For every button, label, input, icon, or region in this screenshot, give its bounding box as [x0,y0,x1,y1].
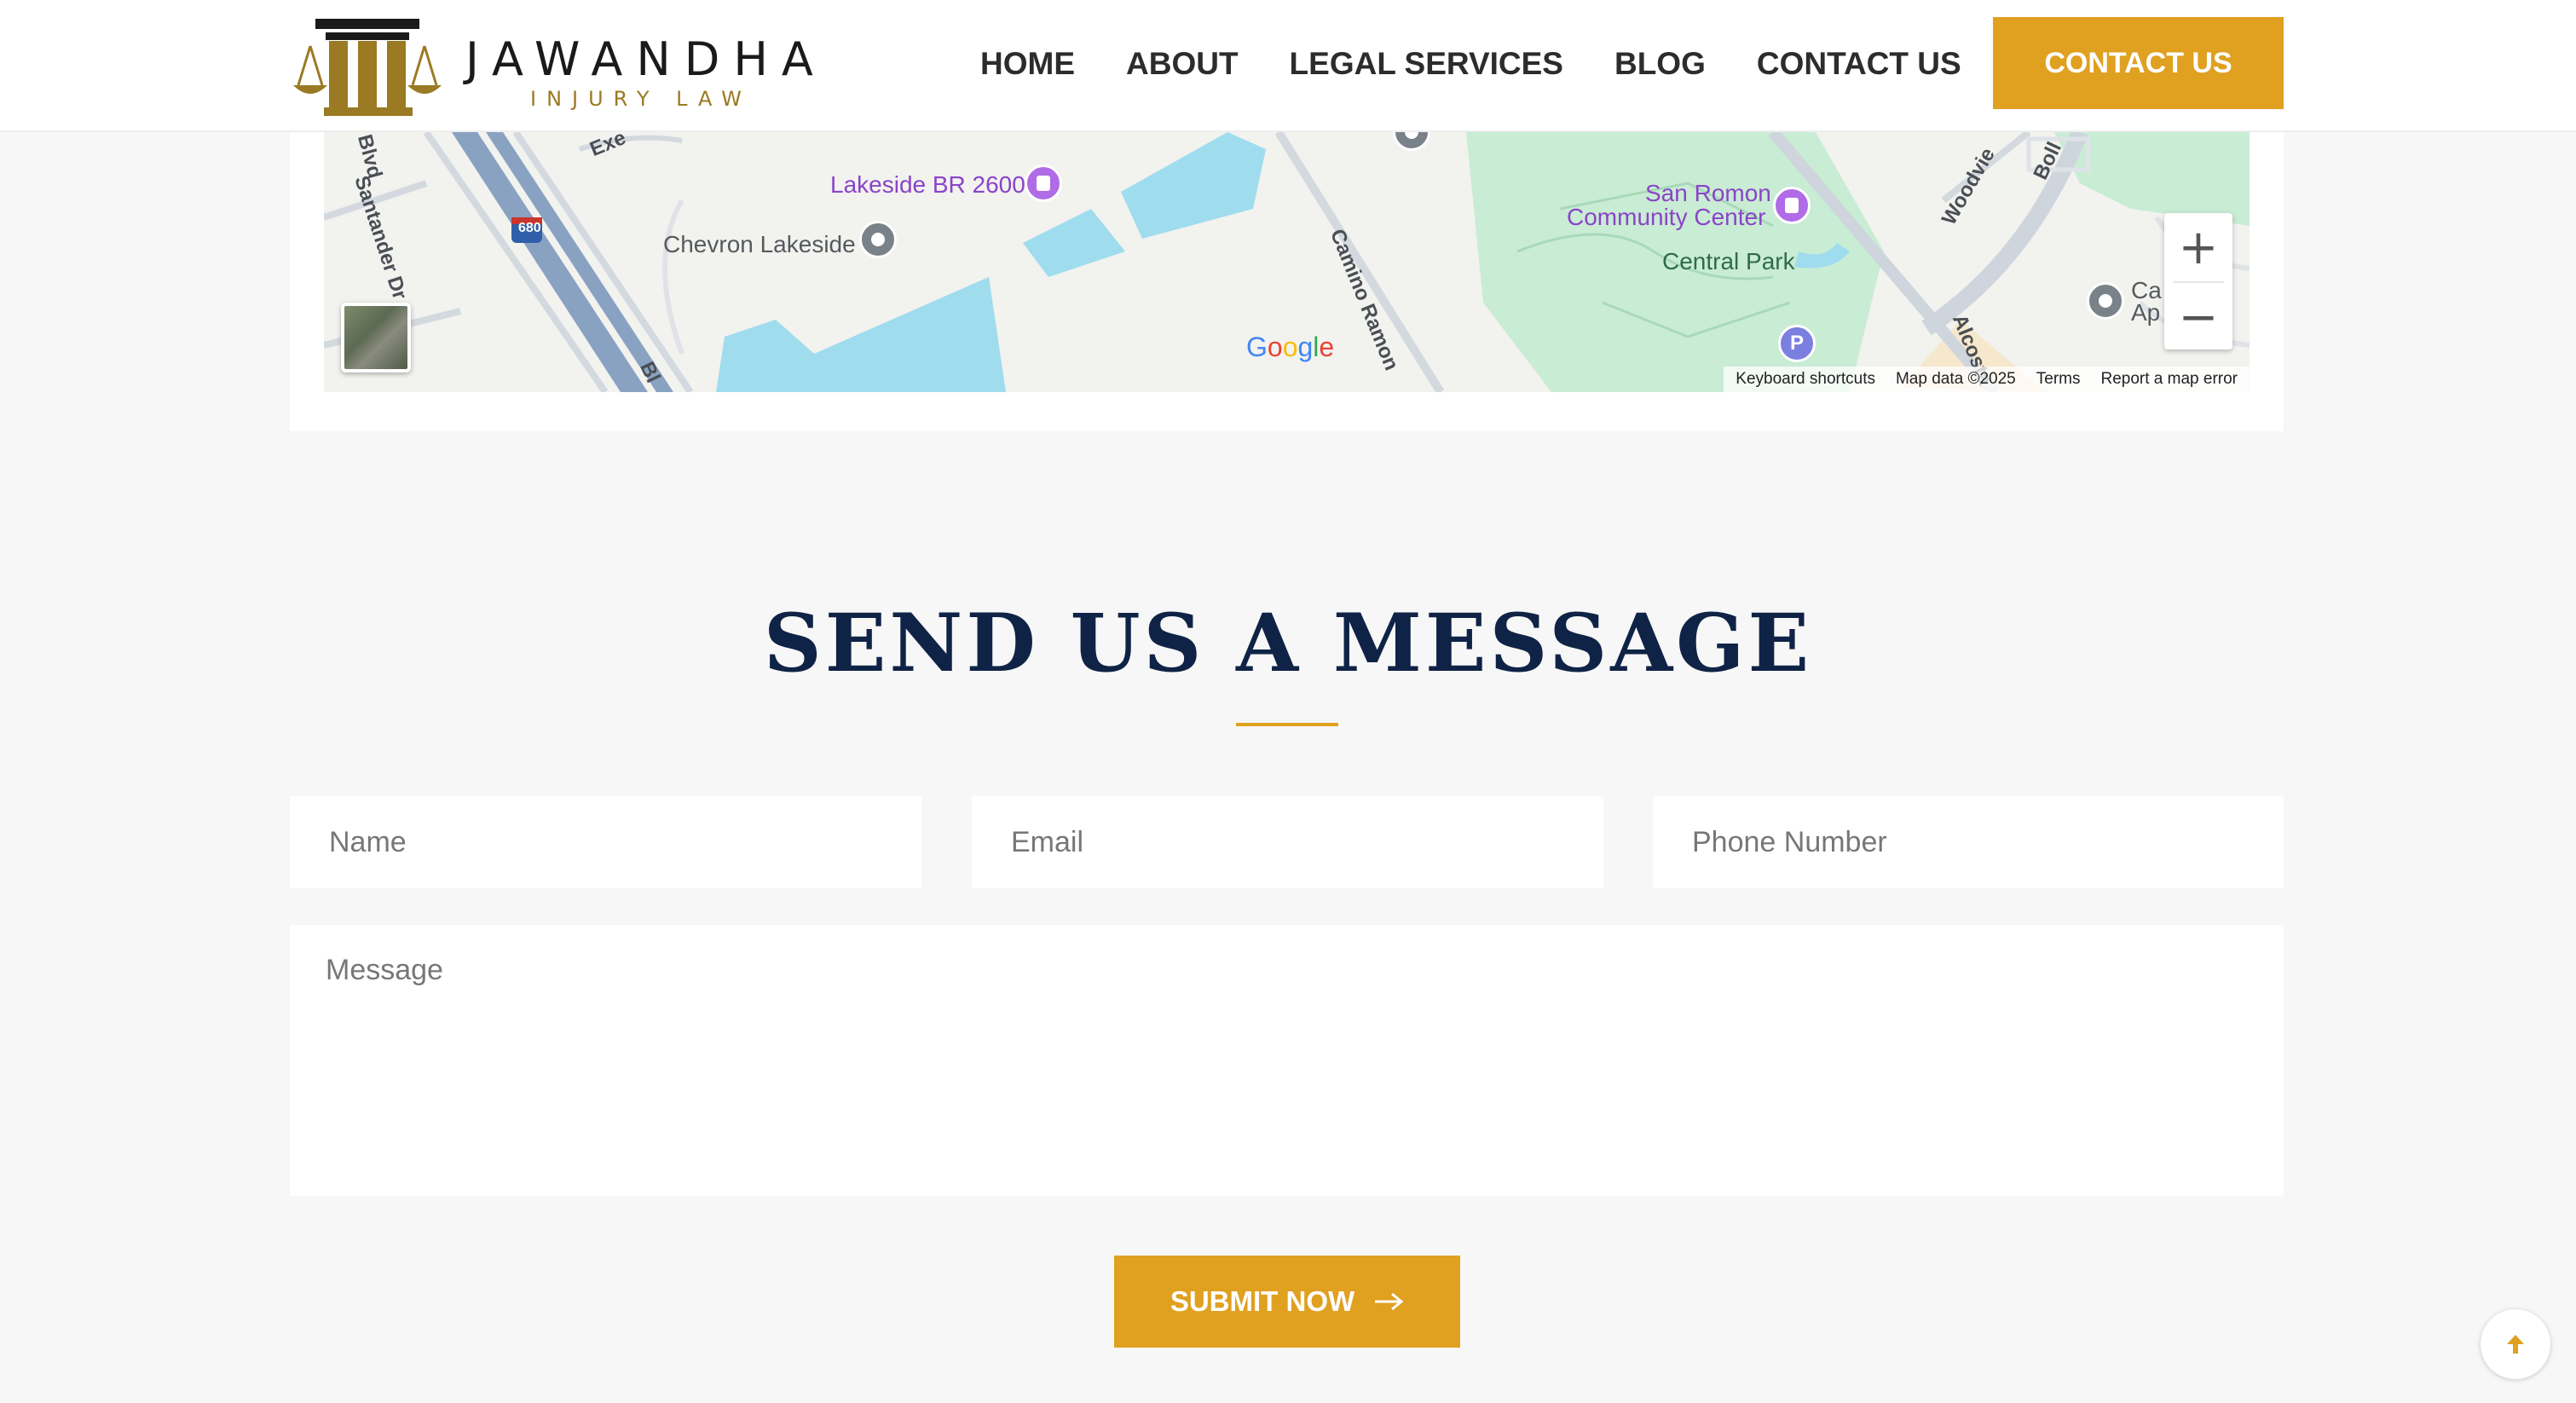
phone-field[interactable] [1653,796,2284,888]
nav-blog[interactable]: BLOG [1614,46,1706,82]
main-nav: HOME ABOUT LEGAL SERVICES BLOG CONTACT U… [980,0,1961,128]
place-label-chevron[interactable]: Chevron Lakeside [663,231,856,258]
contact-us-button[interactable]: CONTACT US [1993,17,2284,109]
nav-home[interactable]: HOME [980,46,1075,82]
interstate-680-shield: 680 [518,221,541,235]
site-header: JAWANDHA INJURY LAW HOME ABOUT LEGAL SER… [0,0,2576,132]
zoom-in-button[interactable]: + [2164,213,2232,281]
zoom-out-button[interactable]: − [2164,283,2232,351]
email-field[interactable] [972,796,1603,888]
section-title: SEND US A MESSAGE [763,597,1813,690]
scales-of-justice-icon [293,19,442,116]
map-pin-apartments-icon[interactable] [2087,282,2124,320]
name-field[interactable] [290,796,921,888]
terms-link[interactable]: Terms [2036,370,2081,389]
map-pin-chevron-icon[interactable] [859,221,897,258]
title-underline [1236,723,1338,726]
google-logo: Google [1246,332,1335,362]
message-field[interactable] [290,925,2284,1196]
site-logo[interactable]: JAWANDHA INJURY LAW [290,17,813,118]
google-map[interactable]: Blvd Santander Dr Exe Bl 680 Camino Ramo… [324,132,2250,392]
arrow-up-icon [2507,1335,2524,1354]
logo-tagline: INJURY LAW [530,87,752,111]
map-zoom-controls: + − [2164,213,2232,349]
report-map-error-link[interactable]: Report a map error [2100,370,2238,389]
satellite-view-toggle[interactable] [341,303,411,372]
place-label-central-park[interactable]: Central Park [1662,248,1795,275]
nav-legal-services[interactable]: LEGAL SERVICES [1290,46,1563,82]
nav-contact-us[interactable]: CONTACT US [1757,46,1961,82]
logo-name: JAWANDHA [465,32,827,86]
map-attribution-bar: Keyboard shortcuts Map data ©2025 Terms … [1724,367,2250,392]
place-label-community-center-2[interactable]: Community Center [1567,204,1765,231]
parking-icon[interactable]: P [1778,325,1816,362]
place-label-lakeside[interactable]: Lakeside BR 2600 [830,171,1025,199]
nav-about[interactable]: ABOUT [1126,46,1239,82]
map-pin-lakeside-icon[interactable] [1025,165,1062,202]
scroll-to-top-button[interactable] [2481,1309,2550,1379]
keyboard-shortcuts-link[interactable]: Keyboard shortcuts [1736,370,1875,389]
submit-button[interactable]: SUBMIT NOW [1114,1256,1460,1348]
map-data-label: Map data ©2025 [1895,370,2016,388]
submit-label: SUBMIT NOW [1170,1285,1355,1317]
arrow-right-icon [1375,1292,1404,1311]
place-label-apartments-2[interactable]: Ap [2131,299,2160,326]
map-pin-community-center-icon[interactable] [1773,187,1811,224]
map-card: Blvd Santander Dr Exe Bl 680 Camino Ramo… [290,132,2284,431]
